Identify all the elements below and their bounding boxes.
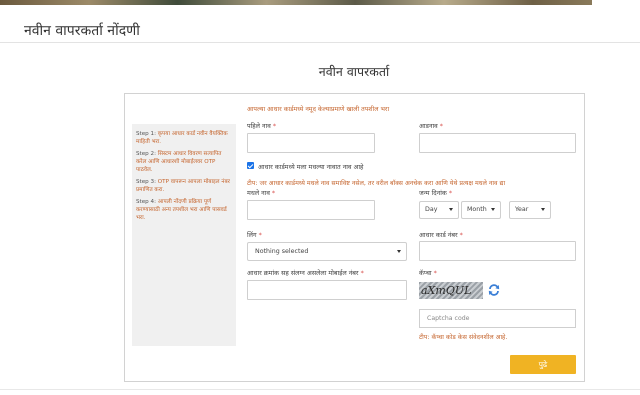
dob-month-select[interactable]: Month bbox=[461, 201, 501, 219]
first-name-input[interactable] bbox=[247, 133, 375, 153]
surname-label: आडनाव * bbox=[419, 122, 443, 130]
middle-name-checkbox[interactable] bbox=[247, 162, 254, 169]
captcha-image: aXmQUL bbox=[419, 282, 483, 299]
gender-select[interactable]: Nothing selected bbox=[247, 242, 407, 261]
step-3: Step 3: OTP वापरून आपला मोबाइल नंबर प्रम… bbox=[136, 179, 230, 193]
refresh-icon[interactable] bbox=[487, 283, 501, 297]
gender-label: लिंग * bbox=[247, 231, 262, 239]
captcha-input[interactable]: Captcha code bbox=[419, 309, 576, 328]
step-1: Step 1: कृपया आधार कार्ड नवीन वैयक्तिक म… bbox=[136, 131, 228, 145]
captcha-label: कॅप्चा * bbox=[419, 269, 437, 277]
step-4: Step 4: आपली नोंदणी प्रक्रिया पूर्ण करण्… bbox=[136, 199, 227, 221]
middle-name-checkbox-label: आधार कार्डमध्ये मला मधल्या नावात नाव आहे bbox=[258, 163, 364, 171]
middle-name-input[interactable] bbox=[247, 200, 375, 220]
mobile-label: आधार क्रमांक सह संलग्न असलेला मोबाईल नंब… bbox=[247, 269, 364, 277]
next-button[interactable]: पुढे bbox=[510, 355, 576, 374]
heading-divider bbox=[0, 42, 640, 43]
required-mark: * bbox=[459, 231, 463, 239]
required-mark: * bbox=[360, 269, 364, 277]
required-mark: * bbox=[271, 189, 276, 197]
required-mark: * bbox=[272, 122, 277, 130]
chevron-down-icon bbox=[397, 250, 401, 253]
aadhaar-number-input[interactable] bbox=[419, 241, 576, 261]
footer-divider bbox=[0, 389, 640, 390]
dob-year-select[interactable]: Year bbox=[509, 201, 551, 219]
required-mark: * bbox=[258, 231, 262, 239]
middle-name-label: मधले नाव * bbox=[247, 189, 276, 197]
chevron-down-icon bbox=[541, 208, 545, 211]
registration-form-card: आपल्या आधार कार्डमध्ये नमूद केल्याप्रमाण… bbox=[124, 93, 585, 382]
required-mark: * bbox=[448, 189, 453, 197]
mobile-number-input[interactable] bbox=[247, 280, 407, 300]
page-heading: नवीन वापरकर्ता नोंदणी bbox=[24, 23, 140, 39]
dob-day-select[interactable]: Day bbox=[419, 201, 459, 219]
steps-panel: Step 1: कृपया आधार कार्ड नवीन वैयक्तिक म… bbox=[132, 124, 236, 346]
required-mark: * bbox=[433, 269, 437, 277]
first-name-label: पहिले नाव * bbox=[247, 122, 277, 130]
aadhaar-label: आधार कार्ड नंबर * bbox=[419, 231, 463, 239]
step-2: Step 2: सिस्टम आधार विवरण सत्यापित करेल … bbox=[136, 151, 222, 173]
required-mark: * bbox=[439, 122, 443, 130]
header-banner-image bbox=[0, 0, 592, 5]
dob-label: जन्म दिनांक * bbox=[419, 189, 453, 197]
chevron-down-icon bbox=[449, 208, 453, 211]
middle-name-note: टीप: जर आधार कार्डमध्ये मधले नाव समाविष्… bbox=[247, 180, 506, 187]
captcha-note: टीप: कॅप्चा कोड केस संवेदनशील आहे. bbox=[419, 334, 508, 341]
chevron-down-icon bbox=[491, 208, 495, 211]
form-title: नवीन वापरकर्ता bbox=[318, 64, 390, 79]
aadhaar-instruction: आपल्या आधार कार्डमध्ये नमूद केल्याप्रमाण… bbox=[247, 106, 390, 113]
surname-input[interactable] bbox=[419, 133, 576, 153]
